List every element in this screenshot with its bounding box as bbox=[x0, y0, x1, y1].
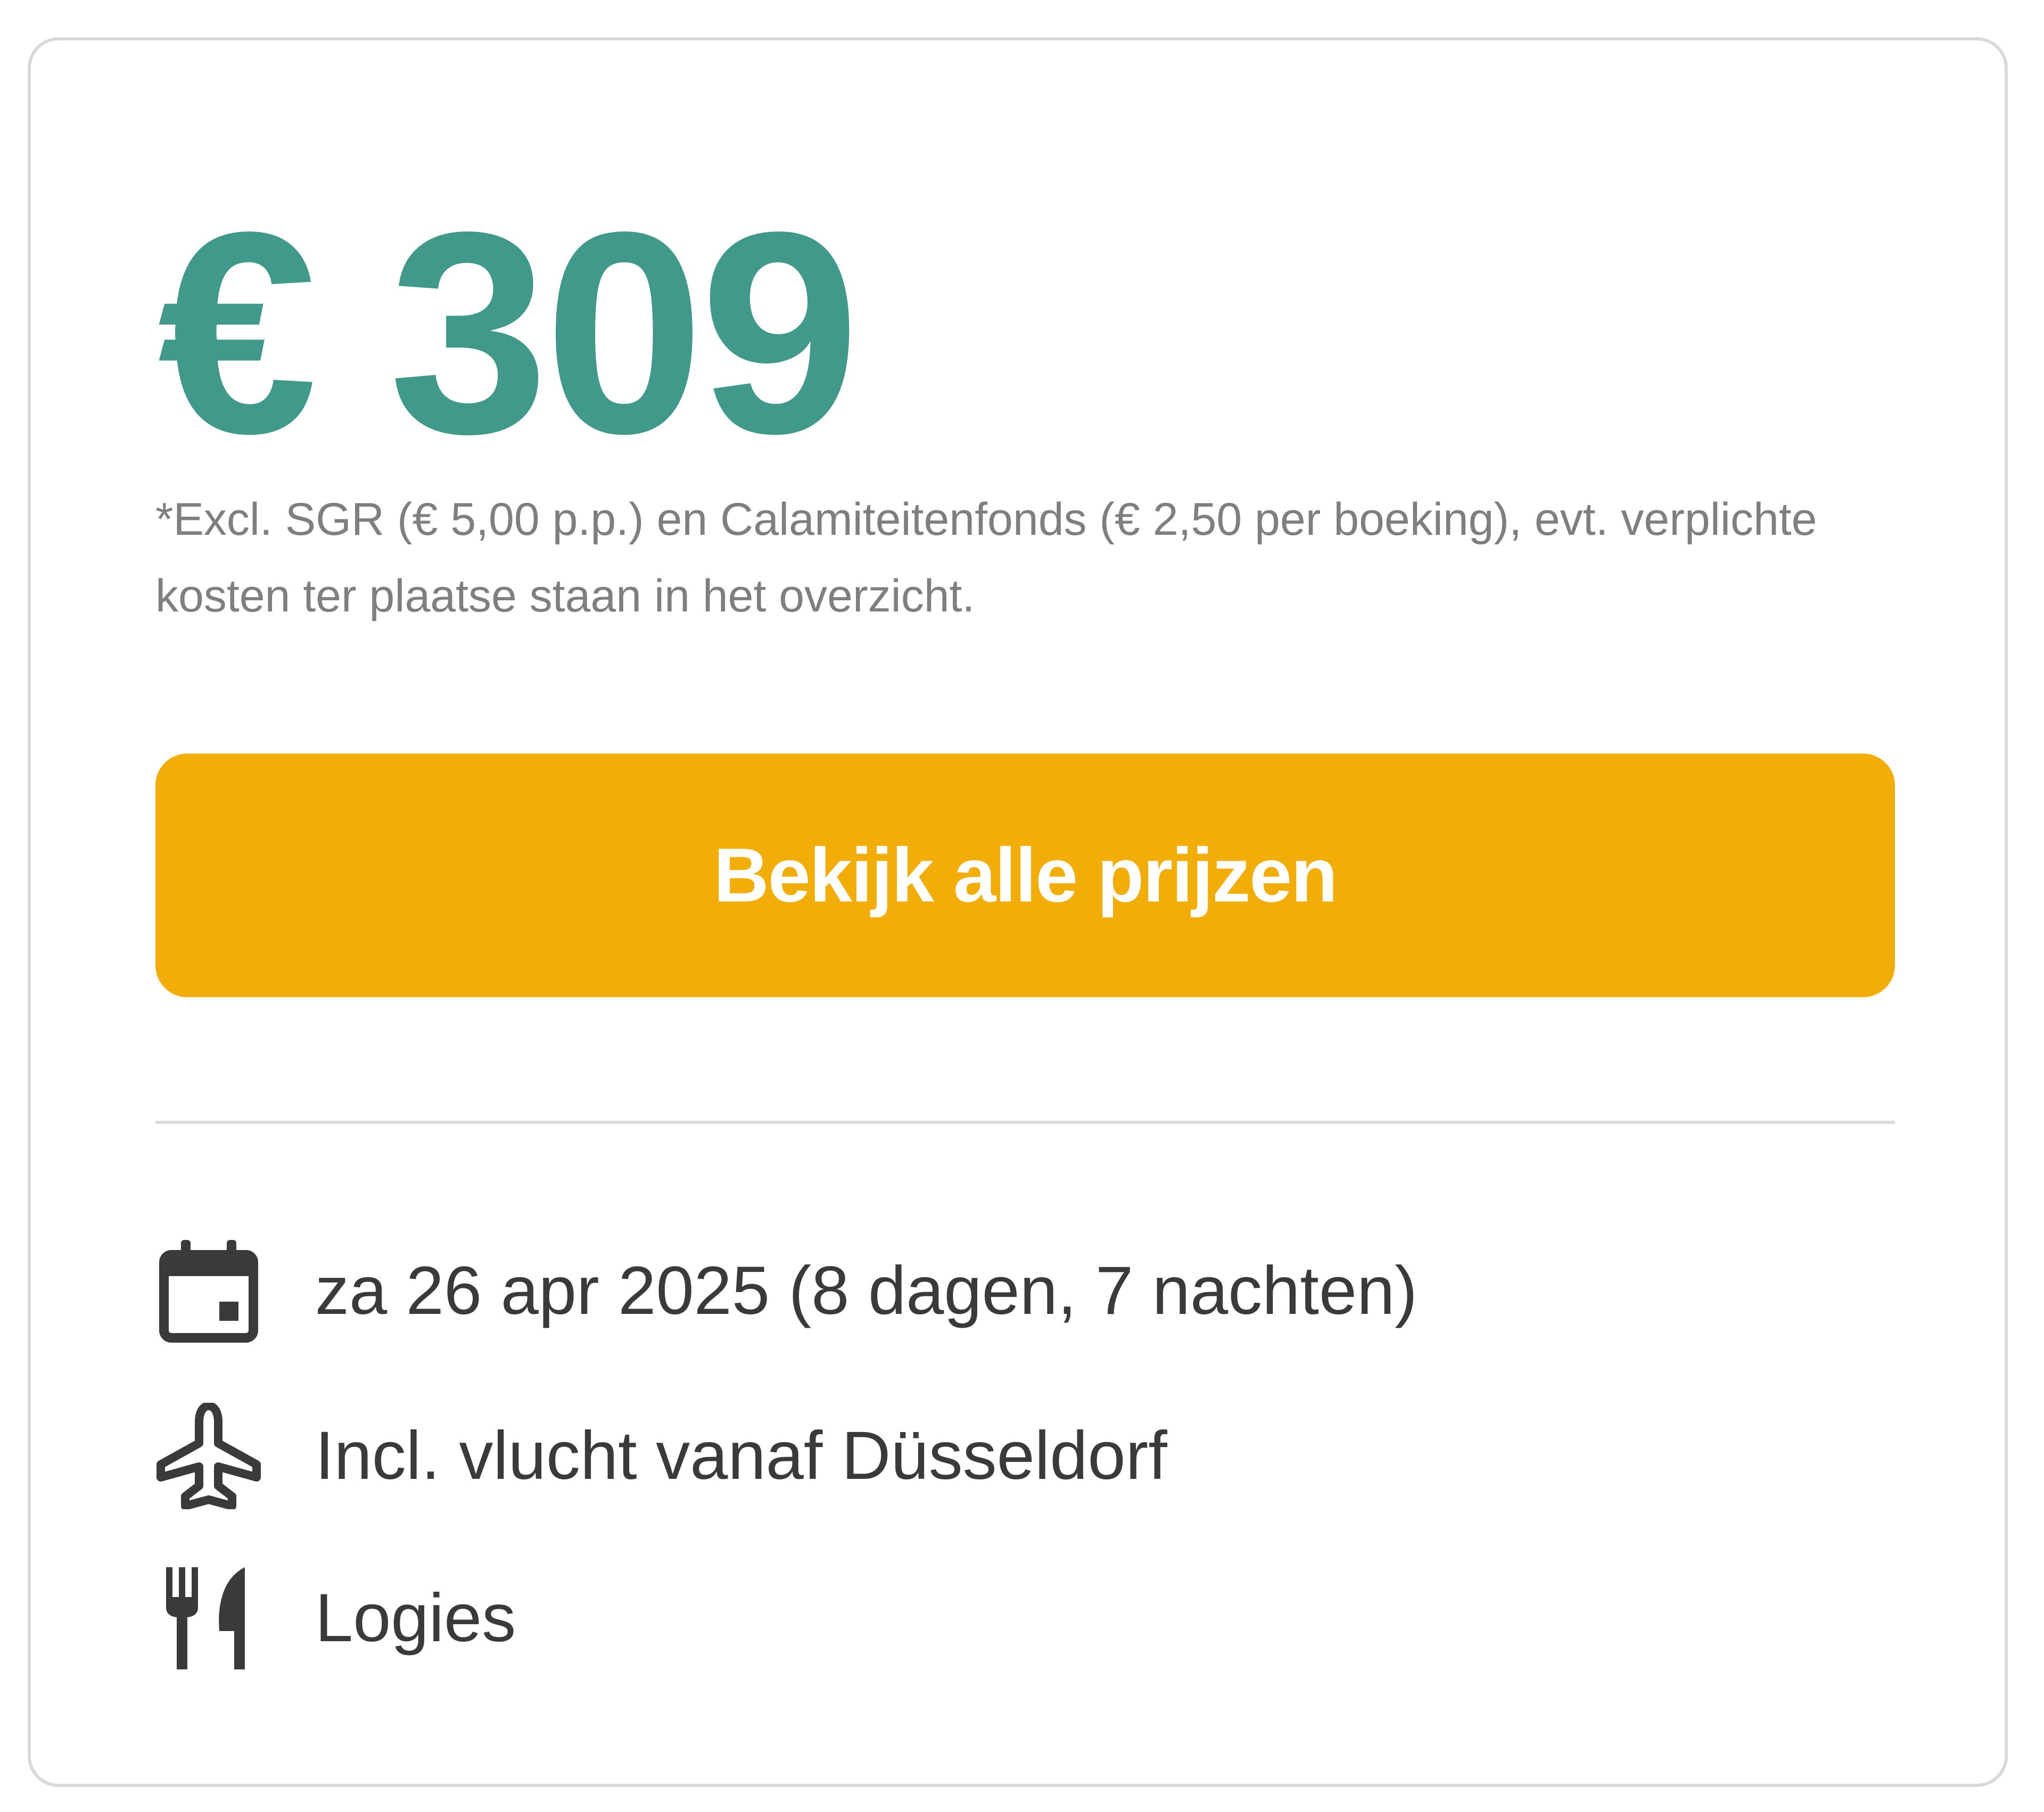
feature-date-text: za 26 apr 2025 (8 dagen, 7 nachten) bbox=[315, 1253, 1417, 1329]
feature-meal: Logies bbox=[155, 1560, 1895, 1677]
fork-knife-icon bbox=[155, 1560, 273, 1677]
price-disclaimer: *Excl. SGR (€ 5,00 p.p.) en Calamiteiten… bbox=[155, 494, 1817, 622]
divider bbox=[155, 1121, 1895, 1124]
price-amount: € 309 bbox=[158, 172, 860, 493]
feature-flight: Incl. vlucht vanaf Düsseldorf bbox=[155, 1397, 1895, 1515]
feature-flight-text: Incl. vlucht vanaf Düsseldorf bbox=[315, 1418, 1167, 1494]
airplane-icon bbox=[155, 1397, 273, 1515]
feature-meal-text: Logies bbox=[315, 1580, 516, 1656]
price-card: € 309 *Excl. SGR (€ 5,00 p.p.) en Calami… bbox=[28, 37, 2008, 1787]
calendar-icon bbox=[155, 1232, 273, 1350]
feature-date: za 26 apr 2025 (8 dagen, 7 nachten) bbox=[155, 1232, 1895, 1350]
view-all-prices-button[interactable]: Bekijk alle prijzen bbox=[155, 754, 1895, 997]
